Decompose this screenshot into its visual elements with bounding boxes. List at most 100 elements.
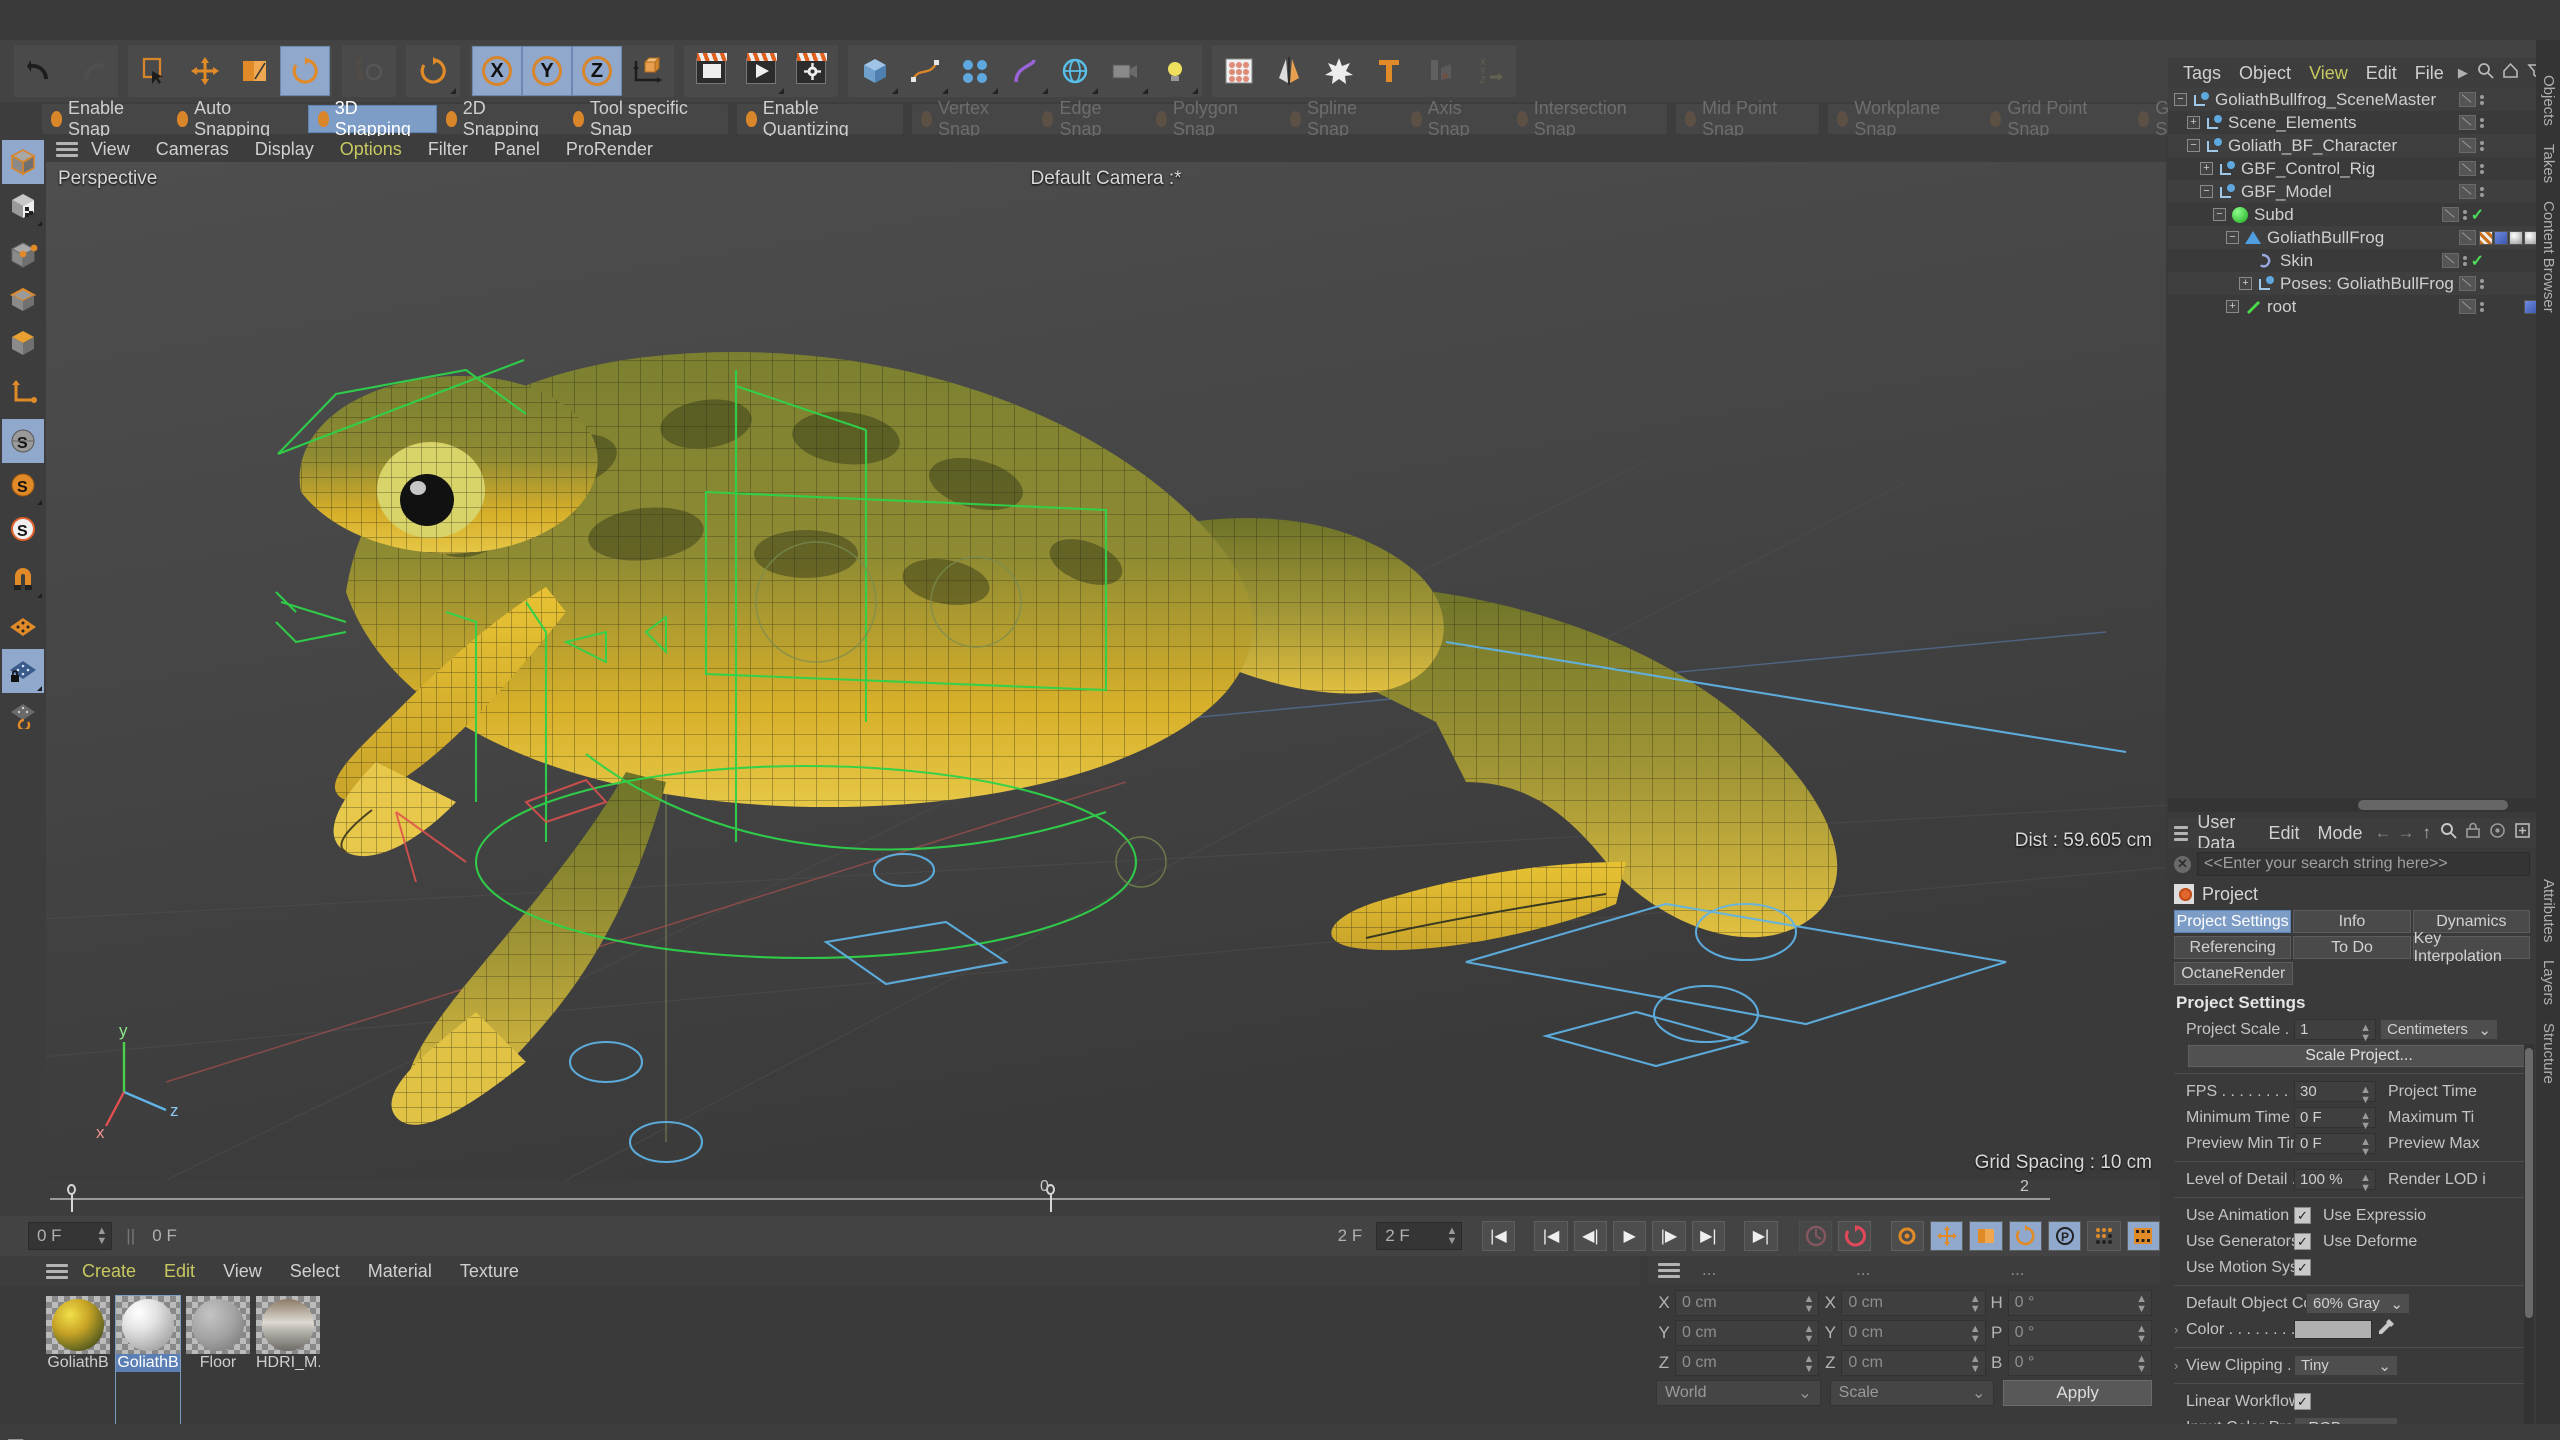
- planar-workplane-icon[interactable]: [2, 693, 44, 737]
- table-row[interactable]: + Scene_Elements: [2168, 111, 2536, 134]
- knife-icon[interactable]: [1264, 46, 1314, 96]
- material-menu-create[interactable]: Create: [68, 1261, 150, 1282]
- object-menu-tags[interactable]: Tags: [2174, 63, 2230, 84]
- visibility-dots-icon[interactable]: [2480, 140, 2484, 151]
- tree-expander[interactable]: +: [2226, 300, 2239, 313]
- coord-mode-select[interactable]: Scale ⌄: [1829, 1380, 1995, 1406]
- record-button[interactable]: [1838, 1221, 1872, 1251]
- dock-tab-content-browser[interactable]: Content Browser: [2536, 192, 2560, 322]
- table-row[interactable]: − Goliath_BF_Character: [2168, 134, 2536, 157]
- position-key-icon[interactable]: [1930, 1221, 1964, 1251]
- timeline-icon[interactable]: [2126, 1221, 2161, 1251]
- snap-toggle-enable-quantizing[interactable]: Enable Quantizing: [737, 98, 903, 139]
- expand-caret-icon[interactable]: ›: [2174, 1358, 2186, 1373]
- table-row[interactable]: − GoliathBullFrog: [2168, 226, 2536, 249]
- visibility-dots-icon[interactable]: [2480, 163, 2484, 174]
- viewport-menu-options[interactable]: Options: [327, 139, 415, 160]
- expand-caret-icon[interactable]: ›: [2174, 1322, 2186, 1337]
- tree-expander[interactable]: −: [2226, 231, 2239, 244]
- snap-toggle-grid-point-snap[interactable]: Grid Point Snap: [1981, 98, 2129, 139]
- go-to-next-key-button[interactable]: ▶|: [1691, 1221, 1725, 1251]
- viewport-menu-filter[interactable]: Filter: [415, 139, 481, 160]
- bend-deformer-icon[interactable]: [1000, 46, 1050, 96]
- render-settings-icon[interactable]: [786, 46, 836, 96]
- eyedropper-icon[interactable]: [2378, 1318, 2395, 1341]
- visibility-tag[interactable]: [2459, 115, 2476, 130]
- dock-tab-attributes[interactable]: Attributes: [2536, 870, 2560, 951]
- attributes-checkbox[interactable]: ✓: [2294, 1233, 2311, 1250]
- search-icon[interactable]: [2473, 62, 2498, 85]
- workplane-icon[interactable]: [2, 605, 44, 649]
- snap-toggle-2d-snapping[interactable]: 2D Snapping: [437, 98, 564, 139]
- visibility-tag[interactable]: [2459, 299, 2476, 314]
- viewport[interactable]: y z x Perspective Default Camera :* Dist…: [46, 162, 2166, 1180]
- array-generator-icon[interactable]: [950, 46, 1000, 96]
- spinner-icon[interactable]: ▲ ▼: [1970, 1354, 1981, 1375]
- coord-size-input[interactable]: 0 cm ▲ ▼: [1841, 1290, 1986, 1316]
- param-key-icon[interactable]: P: [2048, 1221, 2082, 1251]
- object-manager-tree[interactable]: − GoliathBullfrog_SceneMaster + Scene_Eleme…: [2168, 88, 2536, 798]
- tree-expander[interactable]: +: [2239, 277, 2252, 290]
- rotate-icon[interactable]: [280, 46, 330, 96]
- tab-referencing[interactable]: Referencing: [2174, 936, 2292, 959]
- target-icon[interactable]: [2485, 822, 2510, 845]
- visibility-dots-icon[interactable]: [2480, 94, 2484, 105]
- visibility-dots-icon[interactable]: [2480, 186, 2484, 197]
- go-to-start-button[interactable]: |◀: [1481, 1221, 1516, 1251]
- lock-workplane-icon[interactable]: [2, 649, 44, 693]
- snap-toggle-enable-snap[interactable]: Enable Snap: [42, 98, 168, 139]
- dock-tab-takes[interactable]: Takes: [2536, 135, 2560, 192]
- viewport-menu-cameras[interactable]: Cameras: [143, 139, 242, 160]
- spinner-icon[interactable]: ▲ ▼: [96, 1226, 107, 1247]
- rotate-icon[interactable]: [408, 46, 458, 96]
- visibility-dots-icon[interactable]: [2480, 117, 2484, 128]
- spinner-icon[interactable]: ▲ ▼: [1803, 1354, 1814, 1375]
- spinner-icon[interactable]: ▲ ▼: [2360, 1023, 2371, 1044]
- coord-rotation-input[interactable]: 0 ° ▲ ▼: [2007, 1290, 2152, 1316]
- viewport-menu-view[interactable]: View: [78, 139, 143, 160]
- axis-x-icon[interactable]: X: [472, 46, 522, 96]
- xpresso-icon[interactable]: XYZ: [1464, 46, 1514, 96]
- visibility-tag[interactable]: [2459, 92, 2476, 107]
- spline-pen-icon[interactable]: [900, 46, 950, 96]
- material-item[interactable]: Floor: [186, 1296, 250, 1440]
- table-row[interactable]: − GoliathBullfrog_SceneMaster: [2168, 88, 2536, 111]
- attributes-field-input[interactable]: 30 ▲ ▼: [2294, 1081, 2376, 1106]
- world-coordinate-icon[interactable]: S: [2, 419, 44, 463]
- keyframe-selection-icon[interactable]: [1890, 1221, 1925, 1251]
- attributes-checkbox[interactable]: ✓: [2294, 1259, 2311, 1276]
- go-to-end-button[interactable]: ▶|: [1744, 1221, 1778, 1251]
- viewport-menu-display[interactable]: Display: [242, 139, 327, 160]
- object-menu-file[interactable]: File: [2406, 63, 2453, 84]
- select-live-selection-icon[interactable]: [130, 46, 180, 96]
- material-tag[interactable]: [2524, 230, 2536, 245]
- visibility-tag[interactable]: [2441, 207, 2459, 222]
- model-mode-icon[interactable]: [2, 140, 44, 184]
- snap-toggle-auto-snapping[interactable]: Auto Snapping: [168, 98, 308, 139]
- snap-toggle-mid-point-snap[interactable]: Mid Point Snap: [1676, 98, 1819, 139]
- material-menu-view[interactable]: View: [209, 1261, 276, 1282]
- scrollbar-thumb[interactable]: [2358, 800, 2508, 810]
- tree-expander[interactable]: −: [2174, 93, 2187, 106]
- material-menu-texture[interactable]: Texture: [446, 1261, 533, 1282]
- viewport-menu-prorender[interactable]: ProRender: [553, 139, 666, 160]
- attributes-dropdown[interactable]: Tiny ⌄: [2294, 1355, 2398, 1376]
- current-frame-field[interactable]: 0 F ▲ ▼: [28, 1222, 113, 1250]
- lock-icon[interactable]: [2461, 822, 2485, 845]
- material-menu-material[interactable]: Material: [354, 1261, 446, 1282]
- soft-selection-icon[interactable]: S: [2, 507, 44, 551]
- forward-arrow-icon[interactable]: →: [2395, 823, 2418, 843]
- render-view-icon[interactable]: [686, 46, 736, 96]
- environment-icon[interactable]: [1050, 46, 1100, 96]
- tree-expander[interactable]: −: [2187, 139, 2200, 152]
- coord-system-select[interactable]: World ⌄: [1656, 1380, 1821, 1406]
- uv-tag[interactable]: [2494, 230, 2508, 245]
- material-item[interactable]: GoliathB: [46, 1296, 110, 1440]
- more-arrow-icon[interactable]: ▶: [2453, 65, 2473, 81]
- visibility-dots-icon[interactable]: [2462, 209, 2467, 220]
- search-icon[interactable]: [2436, 822, 2461, 845]
- spinner-icon[interactable]: ▲ ▼: [1970, 1324, 1981, 1345]
- attributes-search-input[interactable]: <<Enter your search string here>>: [2197, 852, 2530, 876]
- rotation-key-icon[interactable]: [2008, 1221, 2043, 1251]
- spinner-icon[interactable]: ▲ ▼: [2360, 1085, 2371, 1106]
